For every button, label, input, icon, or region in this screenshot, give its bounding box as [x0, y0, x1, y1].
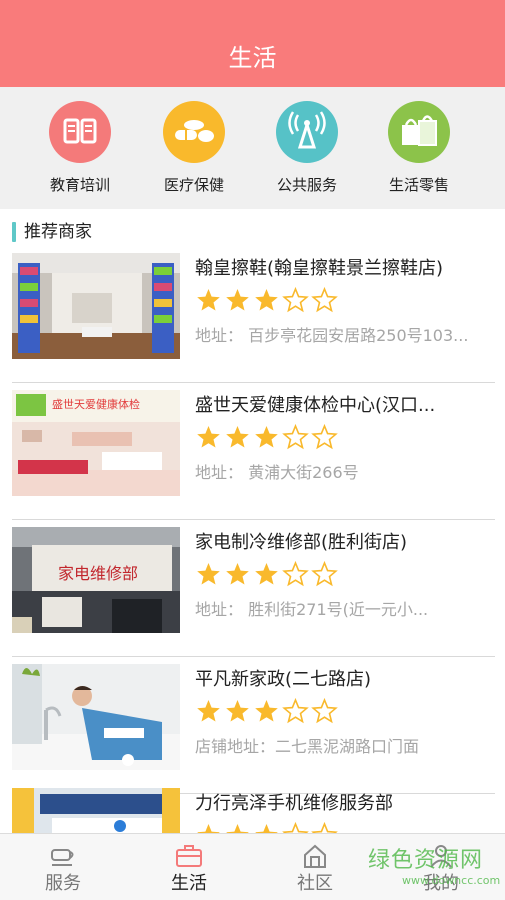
watermark-text: 绿色资源网 — [368, 848, 484, 873]
merchant-photo: 盛世天爱健康体检 — [12, 390, 180, 496]
merchant-name[interactable]: 翰皇擦鞋(翰皇擦鞋景兰擦鞋店) — [195, 257, 495, 281]
pills-icon — [163, 101, 225, 163]
star-icon — [282, 698, 309, 724]
star-icon — [255, 700, 278, 722]
list-item[interactable]: 平凡新家政(二七路店) 店铺地址：二七黑泥湖路口门面 — [0, 664, 505, 801]
merchant-photo: 家电维修部 — [12, 527, 180, 633]
star-icon — [197, 700, 220, 722]
category-label: 医疗保健 — [163, 176, 224, 194]
rating-stars — [195, 424, 340, 452]
star-icon — [255, 824, 278, 833]
list-item[interactable]: 盛世天爱健康体检 盛世天爱健康体检中心(汉口... 地址： 黄浦大街266号 — [0, 390, 505, 527]
category-retail[interactable]: 生活零售 — [369, 101, 469, 195]
sign-text: 盛世天爱健康体检 — [52, 397, 140, 411]
merchant-photo — [12, 788, 180, 833]
list-item[interactable]: 翰皇擦鞋(翰皇擦鞋景兰擦鞋店) 地址： 百步亭花园安居路250号103... — [0, 253, 505, 390]
star-icon — [197, 289, 220, 311]
category-medical[interactable]: 医疗保健 — [144, 101, 244, 195]
star-icon — [226, 824, 249, 833]
category-public-service[interactable]: 公共服务 — [257, 101, 357, 195]
star-icon — [226, 426, 249, 448]
section-accent-bar — [12, 222, 16, 242]
star-icon — [282, 287, 309, 313]
sign-text: 家电维修部 — [58, 564, 138, 583]
merchant-name[interactable]: 平凡新家政(二七路店) — [195, 668, 495, 692]
shopping-bag-icon — [388, 101, 450, 163]
list-divider — [12, 656, 495, 657]
list-divider — [12, 519, 495, 520]
rating-stars — [195, 698, 340, 726]
rating-stars — [195, 287, 340, 315]
house-icon — [304, 844, 326, 868]
star-icon — [226, 289, 249, 311]
merchant-address: 地址： 胜利街271号(近一元小... — [195, 600, 429, 619]
merchant-address: 地址： 百步亭花园安居路250号103... — [195, 326, 469, 345]
tab-label: 社区 — [297, 873, 333, 894]
rating-stars — [195, 561, 340, 589]
list-item[interactable]: 家电维修部 家电制冷维修部(胜利街店) 地址： 胜利街271号(近一元小... — [0, 527, 505, 664]
section-header: 推荐商家 — [0, 209, 505, 253]
merchant-address: 地址： 黄浦大街266号 — [195, 463, 359, 482]
tab-service[interactable]: 服务 — [0, 834, 126, 900]
section-title: 推荐商家 — [24, 222, 92, 242]
merchant-address: 店铺地址：二七黑泥湖路口门面 — [195, 737, 420, 756]
star-icon — [282, 822, 309, 833]
tab-label: 服务 — [45, 873, 81, 894]
star-icon — [311, 287, 338, 313]
category-bar: 教育培训 医疗保健 公共服务 生活零售 — [0, 87, 505, 209]
star-icon — [226, 563, 249, 585]
page-title: 生活 — [228, 44, 277, 72]
merchant-photo — [12, 253, 180, 359]
star-icon — [255, 426, 278, 448]
star-icon — [311, 424, 338, 450]
star-icon — [197, 824, 220, 833]
merchant-photo — [12, 664, 180, 770]
category-label: 生活零售 — [388, 176, 449, 194]
watermark: 绿色资源网 www.downcc.com — [368, 848, 501, 894]
star-icon — [226, 700, 249, 722]
star-icon — [255, 289, 278, 311]
tab-community[interactable]: 社区 — [252, 834, 378, 900]
star-icon — [282, 424, 309, 450]
briefcase-icon — [176, 845, 202, 867]
tab-label: 生活 — [171, 873, 207, 894]
cup-icon — [51, 849, 74, 866]
signal-tower-icon — [276, 101, 338, 163]
star-icon — [197, 563, 220, 585]
star-icon — [311, 561, 338, 587]
category-label: 教育培训 — [49, 176, 110, 194]
rating-stars — [195, 822, 340, 833]
merchant-name[interactable]: 家电制冷维修部(胜利街店) — [195, 531, 495, 555]
book-icon — [49, 101, 111, 163]
tab-life[interactable]: 生活 — [126, 834, 252, 900]
app-header: 生活 — [0, 0, 505, 87]
list-item[interactable]: 力行亮泽手机维修服务部 — [0, 788, 505, 833]
star-icon — [255, 563, 278, 585]
category-label: 公共服务 — [276, 176, 337, 194]
merchant-name[interactable]: 力行亮泽手机维修服务部 — [195, 792, 495, 816]
star-icon — [282, 561, 309, 587]
list-divider — [12, 382, 495, 383]
star-icon — [311, 698, 338, 724]
category-education[interactable]: 教育培训 — [30, 101, 130, 195]
star-icon — [197, 426, 220, 448]
merchant-list[interactable]: 翰皇擦鞋(翰皇擦鞋景兰擦鞋店) 地址： 百步亭花园安居路250号103... 盛… — [0, 253, 505, 833]
merchant-name[interactable]: 盛世天爱健康体检中心(汉口... — [195, 394, 495, 418]
watermark-url: www.downcc.com — [402, 874, 501, 887]
star-icon — [311, 822, 338, 833]
